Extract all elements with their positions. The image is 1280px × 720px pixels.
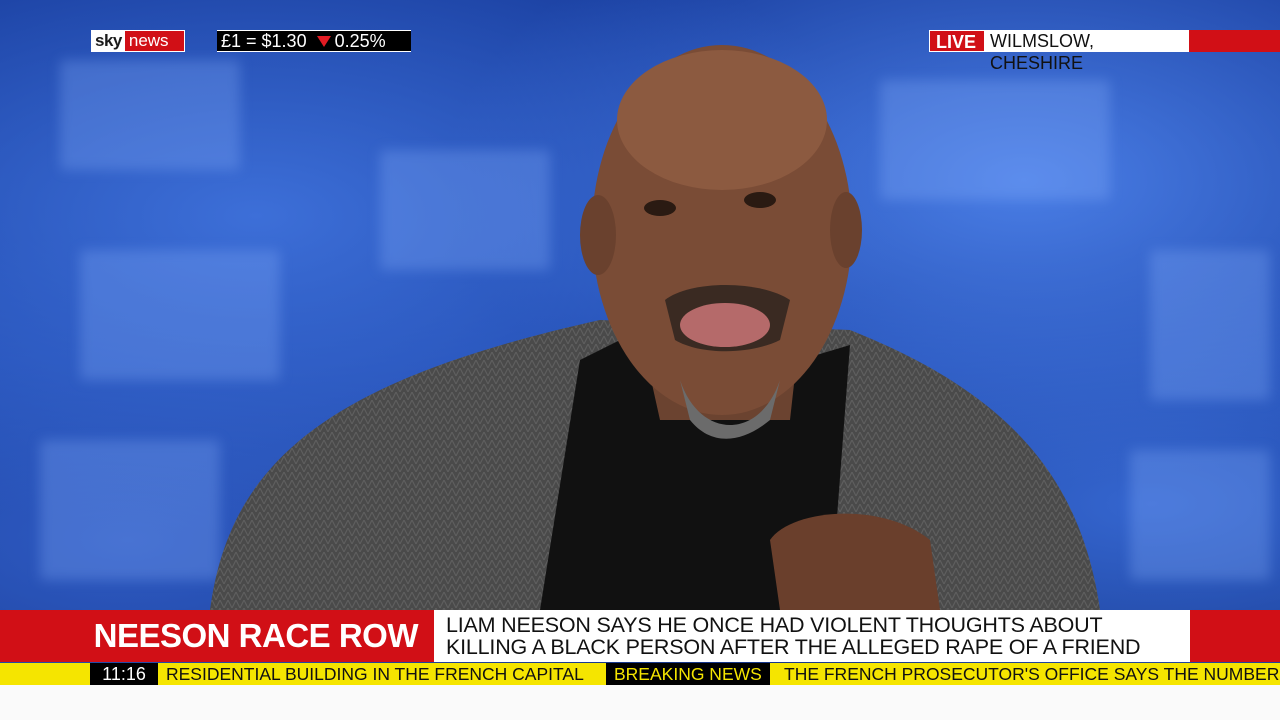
topic-panel: NEESON RACE ROW bbox=[0, 610, 434, 662]
live-location-bug: LIVE WILMSLOW, CHESHIRE bbox=[929, 30, 1280, 73]
currency-change: 0.25% bbox=[334, 31, 386, 51]
live-tag: LIVE bbox=[929, 30, 985, 52]
breaking-news-label: BREAKING NEWS bbox=[606, 663, 770, 685]
down-triangle-icon bbox=[316, 35, 331, 47]
logo-news-text: news bbox=[124, 31, 184, 51]
sky-news-logo: sky news bbox=[91, 30, 185, 52]
headline-line-2: KILLING A BLACK PERSON AFTER THE ALLEGED… bbox=[446, 635, 1141, 659]
currency-pair: £1 = $1.30 bbox=[221, 31, 307, 51]
lower-third-fill bbox=[1190, 610, 1280, 662]
topic-title: NEESON RACE ROW bbox=[93, 617, 419, 654]
ticker-clock: 11:16 bbox=[90, 663, 158, 685]
bottom-strip bbox=[0, 685, 1280, 720]
logo-sky-text: sky bbox=[95, 31, 122, 50]
headline-panel: LIAM NEESON SAYS HE ONCE HAD VIOLENT THO… bbox=[434, 610, 1190, 662]
news-ticker: RESIDENTIAL BUILDING IN THE FRENCH CAPIT… bbox=[0, 663, 1280, 685]
lower-third: NEESON RACE ROW LIAM NEESON SAYS HE ONCE… bbox=[0, 610, 1280, 662]
ticker-text-2: THE FRENCH PROSECUTOR'S OFFICE SAYS THE … bbox=[784, 664, 1280, 684]
ticker-text-1: RESIDENTIAL BUILDING IN THE FRENCH CAPIT… bbox=[166, 664, 584, 684]
headline-line-1: LIAM NEESON SAYS HE ONCE HAD VIOLENT THO… bbox=[446, 613, 1103, 637]
location-label: WILMSLOW, CHESHIRE bbox=[984, 30, 1190, 73]
currency-rate: £1 = $1.30 0.25% bbox=[217, 30, 411, 52]
live-bar-fill bbox=[1189, 30, 1280, 52]
